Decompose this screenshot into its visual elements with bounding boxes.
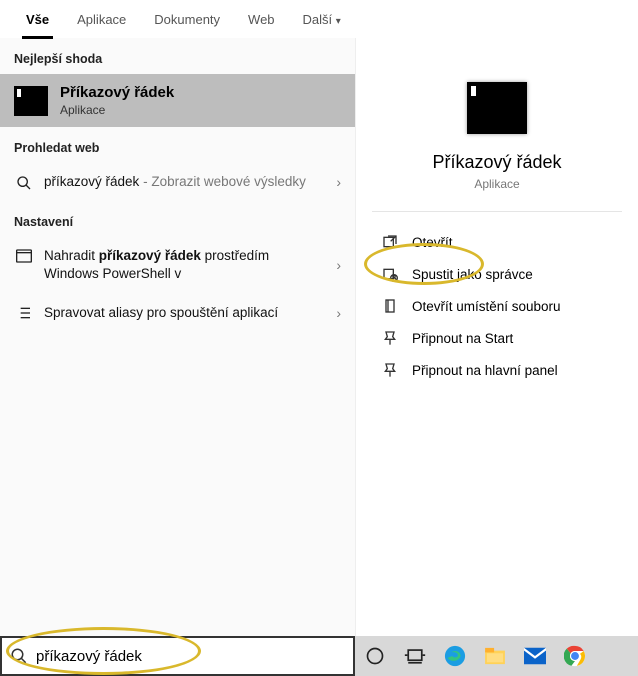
settings-result-1-text: Nahradit příkazový řádek prostředím Wind… xyxy=(44,247,317,283)
best-match-subtitle: Aplikace xyxy=(60,103,174,117)
pin-icon xyxy=(380,330,400,346)
web-result[interactable]: příkazový řádek - Zobrazit webové výsled… xyxy=(0,163,355,201)
pin-icon xyxy=(380,362,400,378)
action-pin-taskbar[interactable]: Připnout na hlavní panel xyxy=(374,354,620,386)
chevron-right-icon: › xyxy=(336,257,341,273)
section-best-match: Nejlepší shoda xyxy=(0,38,355,74)
list-icon xyxy=(14,306,34,320)
settings-result-alias[interactable]: Spravovat aliasy pro spouštění aplikací … xyxy=(0,294,355,332)
preview-pane: Příkazový řádek Aplikace Otevřít Spustit… xyxy=(355,38,638,676)
tab-documents[interactable]: Dokumenty xyxy=(140,4,234,37)
preview-actions: Otevřít Spustit jako správce Otevřít umí… xyxy=(372,226,622,386)
tab-apps[interactable]: Aplikace xyxy=(63,4,140,37)
settings-result-2-text: Spravovat aliasy pro spouštění aplikací xyxy=(44,304,317,322)
cmd-icon xyxy=(14,86,48,116)
results-pane: Nejlepší shoda Příkazový řádek Aplikace … xyxy=(0,38,355,676)
web-result-text: příkazový řádek - Zobrazit webové výsled… xyxy=(44,173,317,191)
task-view-icon[interactable] xyxy=(403,644,427,668)
search-filter-tabs: Vše Aplikace Dokumenty Web Další ▾ xyxy=(0,0,638,38)
search-box[interactable] xyxy=(0,636,355,676)
chrome-icon[interactable] xyxy=(563,644,587,668)
preview-cmd-icon xyxy=(467,82,527,134)
action-pin-start-label: Připnout na Start xyxy=(412,331,513,346)
tab-web[interactable]: Web xyxy=(234,4,289,37)
mail-icon[interactable] xyxy=(523,644,547,668)
action-open-location-label: Otevřít umístění souboru xyxy=(412,299,561,314)
chevron-right-icon: › xyxy=(336,305,341,321)
explorer-icon[interactable] xyxy=(483,644,507,668)
cortana-icon[interactable] xyxy=(363,644,387,668)
divider xyxy=(372,211,622,212)
preview-title: Příkazový řádek xyxy=(372,152,622,173)
search-icon xyxy=(14,175,34,191)
action-run-admin[interactable]: Spustit jako správce xyxy=(374,258,620,290)
best-match-result[interactable]: Příkazový řádek Aplikace xyxy=(0,74,355,127)
terminal-icon xyxy=(14,249,34,263)
action-open[interactable]: Otevřít xyxy=(374,226,620,258)
search-icon xyxy=(10,647,28,665)
action-run-admin-label: Spustit jako správce xyxy=(412,267,533,282)
settings-result-replace[interactable]: Nahradit příkazový řádek prostředím Wind… xyxy=(0,237,355,293)
section-settings: Nastavení xyxy=(0,201,355,237)
action-pin-taskbar-label: Připnout na hlavní panel xyxy=(412,363,558,378)
tab-all[interactable]: Vše xyxy=(12,4,63,37)
action-open-label: Otevřít xyxy=(412,235,453,250)
search-input[interactable] xyxy=(36,648,345,665)
edge-icon[interactable] xyxy=(443,644,467,668)
taskbar xyxy=(355,636,638,676)
admin-icon xyxy=(380,266,400,282)
preview-subtitle: Aplikace xyxy=(372,177,622,191)
action-open-location[interactable]: Otevřít umístění souboru xyxy=(374,290,620,322)
action-pin-start[interactable]: Připnout na Start xyxy=(374,322,620,354)
chevron-right-icon: › xyxy=(336,174,341,190)
best-match-title: Příkazový řádek xyxy=(60,84,174,101)
chevron-down-icon: ▾ xyxy=(336,16,341,27)
tab-more[interactable]: Další ▾ xyxy=(289,4,355,37)
section-search-web: Prohledat web xyxy=(0,127,355,163)
open-icon xyxy=(380,234,400,250)
folder-icon xyxy=(380,298,400,314)
